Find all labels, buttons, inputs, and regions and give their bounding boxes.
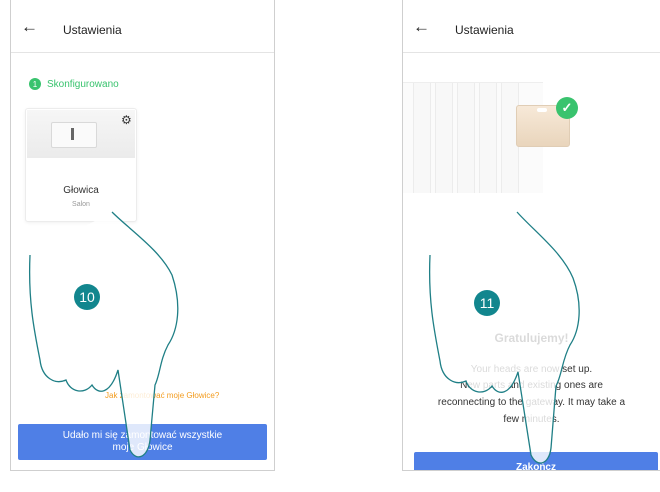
step-badge-11: 11 [474, 290, 500, 316]
step-badge-10: 10 [74, 284, 100, 310]
pointing-hand-left [28, 211, 179, 458]
pointing-hand-overlays [28, 211, 580, 464]
pointing-hand-right [428, 211, 580, 464]
